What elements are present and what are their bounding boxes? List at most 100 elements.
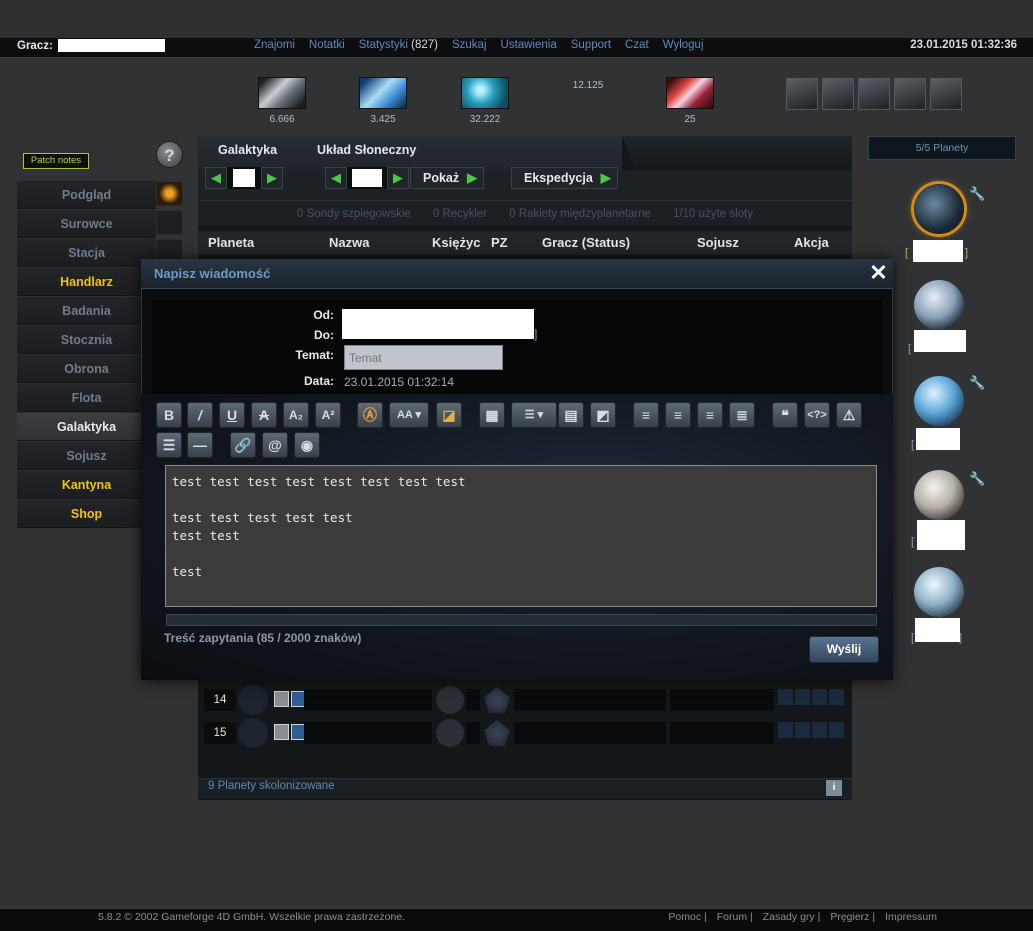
resource-metal[interactable]: 6.666: [258, 77, 306, 125]
background-color-icon[interactable]: ◪: [436, 402, 462, 428]
menu-shipyard[interactable]: Stocznia: [17, 325, 156, 354]
message-action-icon[interactable]: [795, 689, 810, 705]
officer-technocrat-icon[interactable]: [930, 78, 962, 110]
galaxy-next-icon[interactable]: ▶: [261, 167, 283, 189]
help-icon[interactable]: ?: [156, 141, 183, 168]
officer-admiral-icon[interactable]: [822, 78, 854, 110]
planet-3-icon[interactable]: [914, 376, 964, 426]
quote-icon[interactable]: ❝: [772, 402, 798, 428]
expedition-button[interactable]: Ekspedycja ▶: [511, 167, 618, 189]
embed-icon[interactable]: ◩: [590, 402, 616, 428]
message-action-icon[interactable]: [795, 722, 810, 738]
spoiler-warning-icon[interactable]: ⚠: [836, 402, 862, 428]
send-button[interactable]: Wyślij: [809, 636, 879, 663]
link-icon[interactable]: 🔗: [230, 432, 256, 458]
italic-icon[interactable]: /: [187, 402, 213, 428]
planet-1-icon[interactable]: [914, 184, 964, 234]
missile-action-icon[interactable]: [829, 722, 844, 738]
table-icon[interactable]: ▤: [558, 402, 584, 428]
resource-dark-matter[interactable]: 25: [666, 77, 714, 125]
menu-station[interactable]: Stacja: [17, 238, 156, 267]
galaxy-prev-icon[interactable]: ◀: [205, 167, 227, 189]
planet-1-name-redacted[interactable]: [913, 240, 963, 262]
nav-statistics[interactable]: Statystyki (827): [359, 39, 438, 51]
nav-search[interactable]: Szukaj: [452, 39, 487, 51]
resource-energy[interactable]: 12.125: [564, 80, 612, 91]
planet-2-icon[interactable]: [914, 280, 964, 330]
menu-galaxy[interactable]: Galaktyka: [17, 412, 156, 441]
resource-crystal[interactable]: 3.425: [359, 77, 407, 125]
show-button[interactable]: Pokaż ▶: [410, 167, 485, 189]
planet-slot-icon[interactable]: [238, 718, 268, 748]
menu-alliance[interactable]: Sojusz: [17, 441, 156, 470]
planet-3-name-redacted[interactable]: [916, 428, 960, 450]
moon-icon[interactable]: [436, 686, 464, 714]
spy-action-icon[interactable]: [778, 689, 793, 705]
info-icon[interactable]: i: [826, 780, 842, 796]
officer-commander-icon[interactable]: [786, 78, 818, 110]
footer-rules-link[interactable]: Zasady gry |: [763, 911, 821, 923]
planet-4-name-redacted[interactable]: [917, 520, 965, 550]
planet-5-name-redacted[interactable]: [915, 618, 960, 642]
align-left-icon[interactable]: ≡: [633, 402, 659, 428]
menu-shop[interactable]: Shop: [17, 499, 156, 528]
planet-slot-icon[interactable]: [238, 685, 268, 715]
bold-icon[interactable]: B: [156, 402, 182, 428]
buddy-action-icon[interactable]: [812, 689, 827, 705]
footer-forum-link[interactable]: Forum |: [717, 911, 753, 923]
missile-action-icon[interactable]: [829, 689, 844, 705]
code-icon[interactable]: <?>: [804, 402, 830, 428]
debris-field-icon[interactable]: [484, 720, 510, 746]
align-right-icon[interactable]: ≡: [697, 402, 723, 428]
horizontal-rule-icon[interactable]: —: [187, 432, 213, 458]
footer-impressum-link[interactable]: Impressum: [885, 911, 937, 923]
list-style-icon[interactable]: ☰ ▾: [511, 402, 557, 428]
align-center-icon[interactable]: ≡: [665, 402, 691, 428]
planet-5-icon[interactable]: [914, 567, 964, 617]
color-icon[interactable]: Ⓐ: [357, 402, 383, 428]
preview-icon[interactable]: ◉: [294, 432, 320, 458]
footer-help-link[interactable]: Pomoc |: [668, 911, 706, 923]
wrench-icon[interactable]: 🔧: [969, 186, 985, 202]
image-icon[interactable]: ▦: [479, 402, 505, 428]
menu-cantina[interactable]: Kantyna: [17, 470, 156, 499]
subject-input[interactable]: [344, 345, 503, 370]
planet-2-name-redacted[interactable]: [914, 330, 966, 352]
align-justify-icon[interactable]: ≣: [729, 402, 755, 428]
underline-icon[interactable]: U: [219, 402, 245, 428]
menu-defense[interactable]: Obrona: [17, 354, 156, 383]
footer-pillory-link[interactable]: Pręgierz |: [830, 911, 875, 923]
strikethrough-icon[interactable]: A: [251, 402, 277, 428]
message-body-editor[interactable]: test test test test test test test test …: [165, 465, 877, 607]
nav-chat[interactable]: Czat: [625, 39, 649, 51]
system-next-icon[interactable]: ▶: [387, 167, 409, 189]
system-input[interactable]: [347, 167, 387, 189]
patch-notes-button[interactable]: Patch notes: [23, 153, 89, 169]
menu-overview[interactable]: Podgląd: [17, 180, 156, 209]
wrench-icon[interactable]: 🔧: [969, 471, 985, 487]
officer-engineer-icon[interactable]: [858, 78, 890, 110]
nav-notes[interactable]: Notatki: [309, 39, 345, 51]
planet-4-icon[interactable]: [914, 470, 964, 520]
spy-action-icon[interactable]: [778, 722, 793, 738]
superscript-icon[interactable]: A²: [315, 402, 341, 428]
nav-settings[interactable]: Ustawienia: [501, 39, 557, 51]
resource-deuterium[interactable]: 32.222: [461, 77, 509, 125]
menu-research[interactable]: Badania: [17, 296, 156, 325]
nav-friends[interactable]: Znajomi: [254, 39, 295, 51]
resource-settings-icon[interactable]: [156, 181, 183, 206]
nav-support[interactable]: Support: [571, 39, 611, 51]
menu-resources[interactable]: Surowce: [17, 209, 156, 238]
moon-icon[interactable]: [436, 719, 464, 747]
wrench-icon[interactable]: 🔧: [969, 375, 985, 391]
bullet-list-icon[interactable]: ☰: [156, 432, 182, 458]
close-icon[interactable]: ✕: [866, 261, 891, 286]
jump-gate-icon[interactable]: [156, 210, 183, 235]
font-size-icon[interactable]: AA ▾: [389, 402, 429, 428]
debris-field-icon[interactable]: [484, 687, 510, 713]
nav-logout[interactable]: Wyloguj: [663, 39, 704, 51]
subscript-icon[interactable]: A₂: [283, 402, 309, 428]
system-prev-icon[interactable]: ◀: [325, 167, 347, 189]
officer-geologist-icon[interactable]: [894, 78, 926, 110]
buddy-action-icon[interactable]: [812, 722, 827, 738]
